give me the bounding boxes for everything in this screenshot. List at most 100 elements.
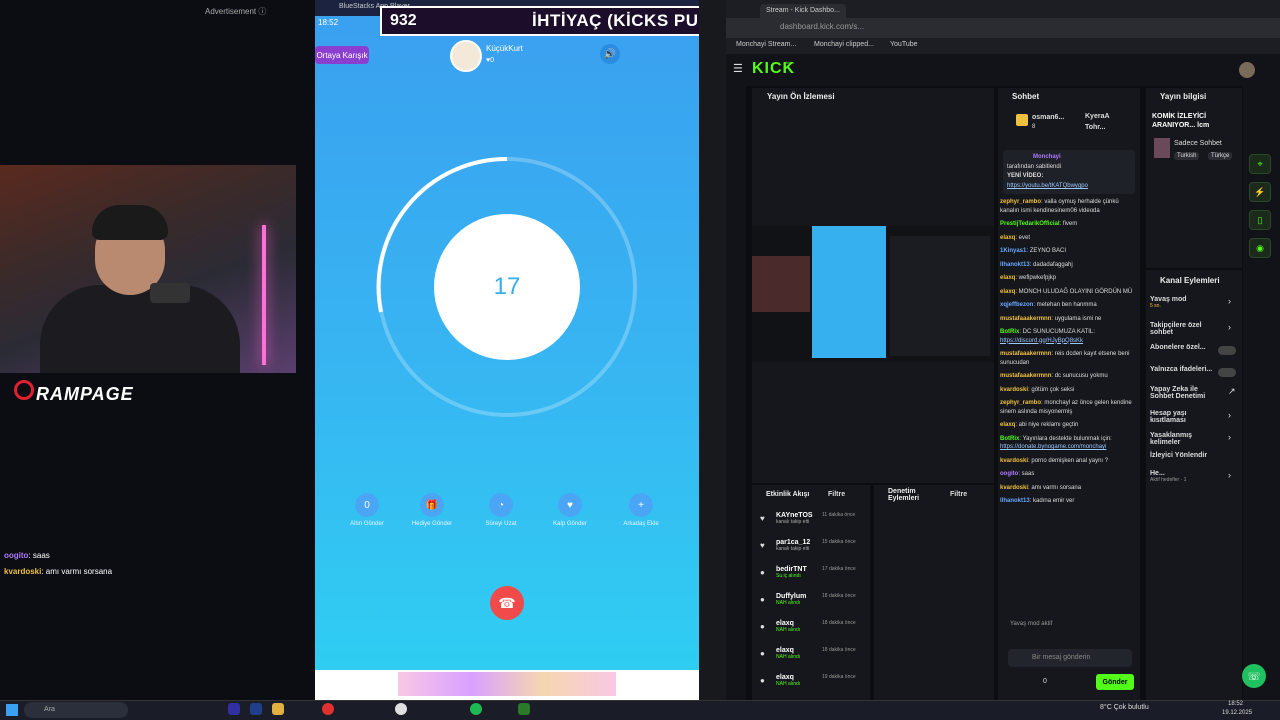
- chat-username[interactable]: kvardoski: [1000, 485, 1028, 491]
- quick-action-button[interactable]: ⚡: [1249, 182, 1271, 202]
- toggle-switch[interactable]: [1218, 346, 1236, 355]
- pinned-link[interactable]: https://youtu.be/tKATQbwygpo: [1007, 183, 1088, 189]
- events-filter[interactable]: Filtre: [828, 491, 845, 498]
- date[interactable]: 19.12.2025: [1222, 710, 1252, 716]
- channel-action[interactable]: Yalnızca ifadeleri...: [1150, 366, 1220, 373]
- ad-banner[interactable]: [398, 672, 616, 696]
- action-send-gift[interactable]: 🎁 Hediye Gönder: [407, 493, 457, 527]
- mix-button[interactable]: Ortaya Karışık: [315, 46, 369, 64]
- stream-category[interactable]: Sadece Sohbet: [1174, 140, 1222, 147]
- event-user[interactable]: elaxq: [776, 674, 800, 681]
- chat-username[interactable]: zephyr_rambo: [1000, 400, 1041, 406]
- taskbar-search[interactable]: Ara: [24, 702, 128, 718]
- event-user[interactable]: elaxq: [776, 620, 800, 627]
- chat-username[interactable]: mustafaaakermnn: [1000, 316, 1051, 322]
- slow-mode-note: Yavaş mod aktif: [1010, 621, 1053, 627]
- mod-filter[interactable]: Filtre: [950, 491, 967, 498]
- chat-username[interactable]: llhanokt13: [1000, 262, 1030, 268]
- top-viewer-2[interactable]: KyeraA: [1085, 113, 1110, 120]
- action-send-gold[interactable]: 0 Altın Gönder: [342, 493, 392, 527]
- chat-message: kvardoski: götüm çok seksi: [1000, 386, 1136, 395]
- message-input[interactable]: Bir mesaj gönderin: [1008, 649, 1132, 667]
- folder-icon[interactable]: [272, 703, 284, 715]
- event-user[interactable]: Duffylum: [776, 593, 806, 600]
- windows-start-icon[interactable]: [6, 704, 18, 716]
- chat-username[interactable]: oogito: [1000, 471, 1018, 477]
- chat-link[interactable]: https://discord.gg/HJyBpQ8sKk: [1000, 338, 1083, 344]
- event-detail: kanalı takip etti: [776, 519, 810, 525]
- top-viewer-3[interactable]: Tohr...: [1085, 124, 1105, 131]
- chevron-right-icon[interactable]: ›: [1228, 432, 1231, 442]
- channel-action-label: Hesap yaşı kısıtlaması: [1150, 410, 1187, 424]
- event-user[interactable]: par1ca_12: [776, 539, 810, 546]
- channel-action[interactable]: He... Aktif hedefler · 1: [1150, 470, 1220, 483]
- quick-action-button[interactable]: ▯: [1249, 210, 1271, 230]
- chat-message: oogito: saas: [1000, 470, 1136, 479]
- action-add-friend[interactable]: + Arkadaş Ekle: [616, 493, 666, 527]
- action-label: Süreyi Uzat: [485, 521, 517, 527]
- action-send-heart[interactable]: ♥ Kalp Gönder: [545, 493, 595, 527]
- chat-username[interactable]: BotRix: [1000, 329, 1019, 335]
- chat-username[interactable]: kvardoski: [1000, 458, 1028, 464]
- channel-action[interactable]: Takipçilere özel sohbet: [1150, 322, 1220, 336]
- user-avatar[interactable]: [1239, 62, 1255, 78]
- chat-username[interactable]: elaxq: [1000, 289, 1015, 295]
- bluestacks-icon[interactable]: [518, 703, 530, 715]
- action-extend-time[interactable]: ◔ Süreyi Uzat: [476, 493, 526, 527]
- chevron-right-icon[interactable]: ›: [1228, 322, 1231, 332]
- channel-action[interactable]: Abonelere özel...: [1150, 344, 1220, 351]
- event-item: ● bedirTNT Su iç alındı 17 dakika önce: [760, 566, 870, 590]
- bookmark[interactable]: Monchayi clipped...: [814, 41, 874, 48]
- chat-username[interactable]: mustafaaakermnn: [1000, 351, 1051, 357]
- chevron-right-icon[interactable]: ›: [1228, 296, 1231, 306]
- countdown-value: 17: [434, 214, 580, 360]
- chat-username[interactable]: BotRix: [1000, 436, 1019, 442]
- event-user[interactable]: KAYneTOS: [776, 512, 813, 519]
- external-link-icon[interactable]: ↗: [1228, 386, 1236, 397]
- channel-action[interactable]: Yapay Zeka ile Sohbet Denetimi: [1150, 386, 1220, 400]
- chat-username[interactable]: llhanokt13: [1000, 498, 1030, 504]
- tag[interactable]: Türkçe: [1208, 152, 1233, 160]
- menu-icon[interactable]: ☰: [733, 62, 743, 75]
- channel-action[interactable]: Hesap yaşı kısıtlaması: [1150, 410, 1220, 424]
- hangup-button[interactable]: ☎: [490, 586, 524, 620]
- chat-username[interactable]: mustafaaakermnn: [1000, 373, 1051, 379]
- quick-action-button[interactable]: ◉: [1249, 238, 1271, 258]
- chat-username[interactable]: elaxq: [1000, 275, 1015, 281]
- help-icon[interactable]: ☏: [1242, 664, 1266, 688]
- weather[interactable]: 8°C Çok bulutlu: [1100, 704, 1149, 711]
- chat-username[interactable]: kvardoski: [1000, 387, 1028, 393]
- spotify-icon[interactable]: [470, 703, 482, 715]
- send-button[interactable]: Gönder: [1096, 674, 1134, 690]
- top-viewer-1[interactable]: osman6...: [1032, 114, 1064, 121]
- chat-username[interactable]: elaxq: [1000, 422, 1015, 428]
- tag[interactable]: Turkish: [1174, 152, 1200, 160]
- stream-preview[interactable]: [752, 226, 994, 362]
- opera-icon[interactable]: [322, 703, 334, 715]
- chat-username[interactable]: zephyr_rambo: [1000, 199, 1041, 205]
- quick-action-button[interactable]: ⌖: [1249, 154, 1271, 174]
- caller-likes: ♥0: [486, 57, 495, 64]
- bookmark[interactable]: Monchayi Stream...: [736, 41, 796, 48]
- chat-text: : saas: [1018, 471, 1035, 477]
- chat-username[interactable]: xqjeffbezon: [1000, 302, 1033, 308]
- chat-username[interactable]: elaxq: [1000, 235, 1015, 241]
- clock[interactable]: 18:52: [1228, 701, 1243, 707]
- chrome-icon[interactable]: [395, 703, 407, 715]
- bookmark[interactable]: YouTube: [890, 41, 918, 48]
- event-user[interactable]: elaxq: [776, 647, 800, 654]
- chat-username[interactable]: PrestijTedarikOfficial: [1000, 221, 1060, 227]
- toggle-switch[interactable]: [1218, 368, 1236, 377]
- chevron-right-icon[interactable]: ›: [1228, 410, 1231, 420]
- premiere-icon[interactable]: [228, 703, 240, 715]
- channel-action[interactable]: İzleyici Yönlendir: [1150, 452, 1220, 459]
- channel-action[interactable]: Yasaklanmış kelimeler: [1150, 432, 1220, 446]
- channel-action[interactable]: Yavaş mod 5 sn.: [1150, 296, 1220, 309]
- chevron-right-icon[interactable]: ›: [1228, 470, 1231, 480]
- photoshop-icon[interactable]: [250, 703, 262, 715]
- url-text[interactable]: dashboard.kick.com/s...: [780, 22, 864, 31]
- chat-link[interactable]: https://donate.bynogame.com/monchayi: [1000, 444, 1106, 450]
- chat-username[interactable]: 1Kinyas1: [1000, 248, 1026, 254]
- event-user[interactable]: bedirTNT: [776, 566, 807, 573]
- speaker-icon[interactable]: 🔊: [600, 44, 620, 64]
